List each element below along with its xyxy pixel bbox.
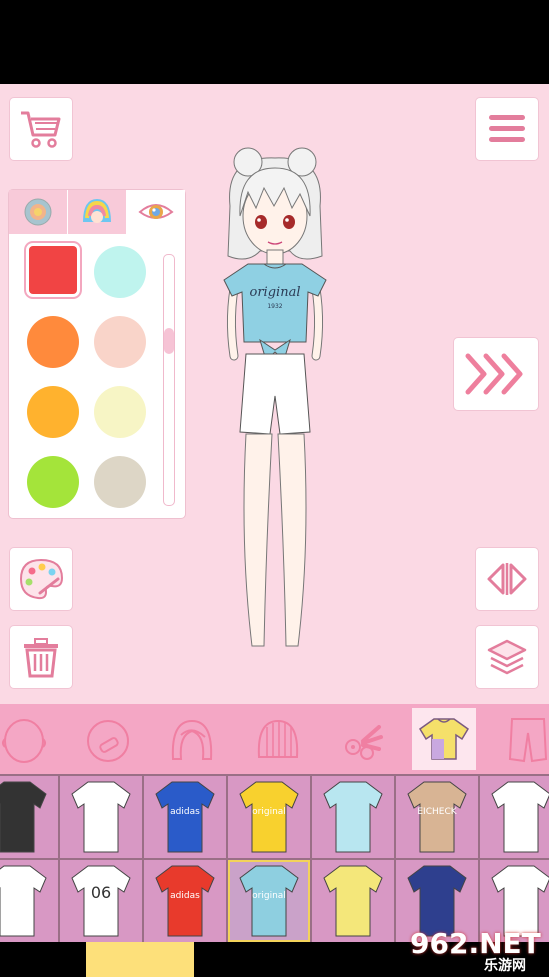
hair-color-tab[interactable] <box>68 190 126 234</box>
hamburger-icon <box>489 115 525 142</box>
face-feature-category[interactable] <box>78 712 138 768</box>
face-bandage-icon <box>87 720 129 762</box>
shirt-icon <box>323 781 383 853</box>
clothes-item[interactable]: original <box>228 860 310 942</box>
color-swatch[interactable] <box>94 246 146 298</box>
menu-button[interactable] <box>476 98 538 160</box>
color-swatch[interactable] <box>29 246 77 294</box>
face-category[interactable] <box>0 712 54 768</box>
character: original 1932 <box>223 147 327 647</box>
palette-button[interactable] <box>10 548 72 610</box>
clothes-item[interactable]: EICHECK <box>396 776 478 858</box>
shirt-label: 06 <box>91 883 111 902</box>
clothes-item[interactable] <box>0 860 58 942</box>
trash-icon <box>24 638 58 678</box>
face-outline-icon <box>2 719 46 763</box>
clothes-item[interactable]: original <box>228 776 310 858</box>
shop-button[interactable] <box>10 98 72 160</box>
shirt-icon <box>491 781 549 853</box>
flower-accessory-icon <box>345 725 383 760</box>
color-swatch[interactable] <box>94 456 146 508</box>
eye-icon <box>138 204 174 219</box>
eye-color-tab[interactable] <box>127 190 185 234</box>
shirt-icon: 06 <box>71 865 131 937</box>
shirt-label: original <box>252 891 286 901</box>
watermark: 962.NET 乐游网 <box>410 927 541 974</box>
delete-button[interactable] <box>10 626 72 688</box>
flip-horizontal-icon <box>487 563 527 595</box>
shirt-label: EICHECK <box>417 807 457 817</box>
layers-icon <box>487 639 527 675</box>
shirt-icon: original <box>239 781 299 853</box>
clothes-item[interactable] <box>312 860 394 942</box>
next-button[interactable] <box>454 338 538 410</box>
layers-button[interactable] <box>476 626 538 688</box>
shirt-icon: adidas <box>155 865 215 937</box>
clothes-item[interactable]: 06 <box>60 860 142 942</box>
character-stage: original 1932 <box>0 84 549 704</box>
makeup-tab[interactable] <box>9 190 67 234</box>
color-swatch[interactable] <box>27 316 79 368</box>
bottom-tab[interactable] <box>86 942 194 977</box>
hair-bob-icon <box>171 719 213 760</box>
shirt-icon: EICHECK <box>407 781 467 853</box>
pants-icon <box>508 718 548 763</box>
top-category[interactable] <box>412 708 476 770</box>
shirt-icon <box>71 781 131 853</box>
color-panel <box>9 190 185 518</box>
category-bar <box>0 704 549 774</box>
shirt-label: adidas <box>170 891 200 901</box>
shirt-print-sub: 1932 <box>267 303 282 310</box>
clothes-grid: adidas original EICHECK 06 adidas original <box>0 774 549 942</box>
color-swatch[interactable] <box>27 456 79 508</box>
clothes-item[interactable] <box>0 776 58 858</box>
shirt-icon <box>323 865 383 937</box>
clothes-item[interactable] <box>60 776 142 858</box>
cart-icon <box>21 111 61 148</box>
clothes-item[interactable]: adidas <box>144 860 226 942</box>
clothes-item[interactable] <box>480 776 549 858</box>
shirt-icon <box>0 781 47 853</box>
tshirt-icon <box>419 718 469 760</box>
palette-icon <box>19 558 64 600</box>
shirt-icon: adidas <box>155 781 215 853</box>
color-swatch[interactable] <box>94 316 146 368</box>
clothes-item[interactable]: adidas <box>144 776 226 858</box>
shirt-print: original <box>250 285 301 300</box>
triple-chevron-right-icon <box>465 353 523 395</box>
clothes-item[interactable] <box>312 776 394 858</box>
hair-back-category[interactable] <box>248 712 308 768</box>
shirt-label: adidas <box>170 807 200 817</box>
shirt-label: original <box>252 807 286 817</box>
pants-category[interactable] <box>496 712 549 768</box>
eyeshadow-icon <box>24 198 52 226</box>
hair-long-icon <box>257 719 299 758</box>
flip-button[interactable] <box>476 548 538 610</box>
shirt-icon: original <box>239 865 299 937</box>
hair-front-category[interactable] <box>162 712 222 768</box>
swatch-scrollbar[interactable] <box>163 254 175 506</box>
accessory-category[interactable] <box>330 712 390 768</box>
rainbow-hair-icon <box>83 199 111 223</box>
scroll-thumb[interactable] <box>164 328 174 354</box>
color-swatch[interactable] <box>27 386 79 438</box>
watermark-sub: 乐游网 <box>484 958 526 974</box>
shirt-icon <box>0 865 47 937</box>
color-swatch[interactable] <box>94 386 146 438</box>
